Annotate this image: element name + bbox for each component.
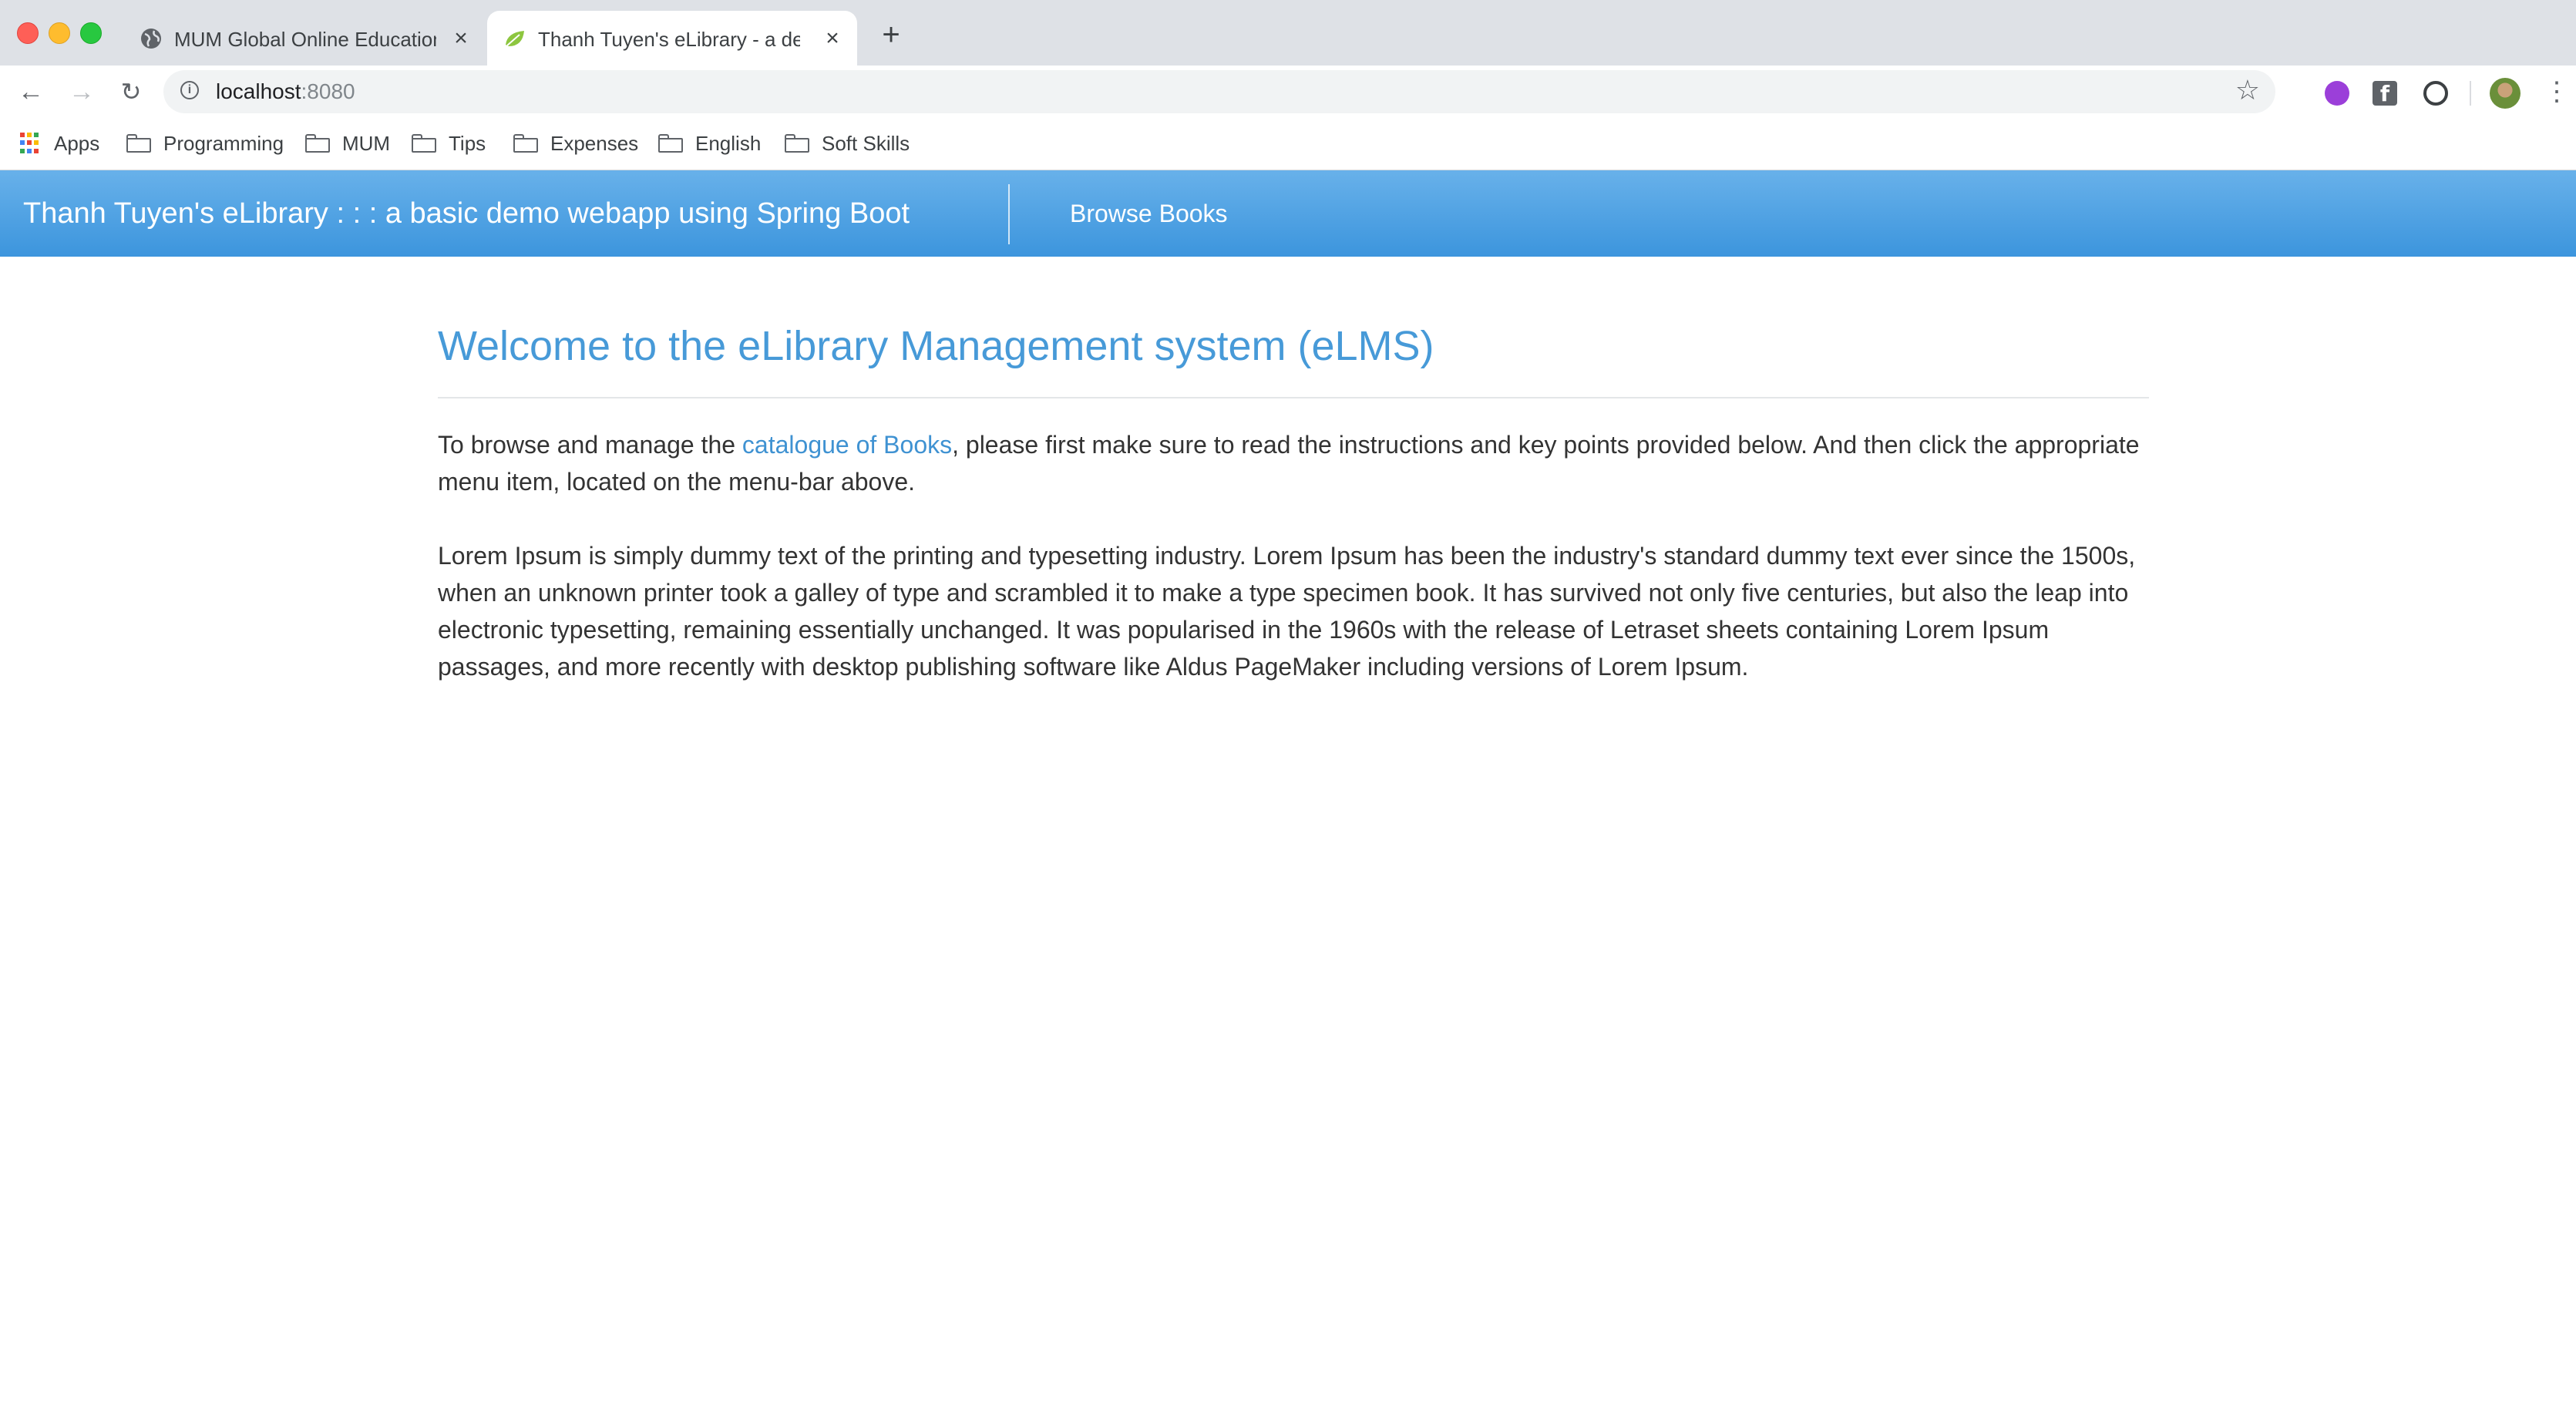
new-tab-button[interactable]: + [877, 19, 905, 50]
bookmark-label: Tips [449, 132, 486, 155]
close-tab-icon[interactable]: × [820, 26, 845, 51]
folder-icon [785, 134, 809, 153]
url-port: :8080 [301, 79, 355, 103]
tab-elibrary[interactable]: Thanh Tuyen's eLibrary - a demo × [487, 11, 857, 66]
bookmark-label: Soft Skills [822, 132, 910, 155]
back-arrow-icon[interactable]: ← [15, 76, 46, 107]
url-host: localhost [216, 79, 301, 103]
spring-leaf-icon [506, 31, 524, 46]
zoom-window-button[interactable] [80, 22, 102, 44]
bookmark-label: Expenses [550, 132, 639, 155]
folder-icon [305, 134, 330, 153]
close-window-button[interactable] [17, 22, 39, 44]
bookmark-star-icon[interactable]: ☆ [2235, 75, 2260, 106]
extension-purple-icon[interactable] [2325, 81, 2349, 106]
site-brand[interactable]: Thanh Tuyen's eLibrary : : : a basic dem… [23, 193, 910, 234]
reload-icon[interactable]: ↻ [116, 76, 146, 107]
bookmark-programming[interactable]: Programming [126, 130, 284, 156]
facebook-extension-icon[interactable]: f [2373, 81, 2397, 106]
bookmark-label: Apps [54, 132, 100, 155]
toolbar-divider [2470, 81, 2471, 106]
browser-menu-icon[interactable]: ⋮ [2544, 76, 2570, 107]
page-title: Welcome to the eLibrary Management syste… [438, 323, 1434, 369]
main-content: Welcome to the eLibrary Management syste… [438, 257, 2149, 685]
intro-paragraph: To browse and manage the catalogue of Bo… [438, 426, 2149, 500]
bookmark-soft-skills[interactable]: Soft Skills [785, 130, 910, 156]
tab-title: MUM Global Online Education [174, 28, 436, 51]
site-info-icon[interactable]: i [180, 81, 199, 99]
nav-browse-books-link[interactable]: Browse Books [1070, 197, 1228, 230]
bookmark-tips[interactable]: Tips [412, 130, 486, 156]
profile-avatar[interactable] [2490, 78, 2521, 109]
bookmark-english[interactable]: English [658, 130, 761, 156]
browser-toolbar: ← → ↻ i localhost:8080 ☆ f ⋮ [0, 66, 2576, 116]
heading-divider [438, 397, 2149, 398]
folder-icon [658, 134, 683, 153]
bookmark-apps[interactable]: Apps [20, 130, 99, 156]
site-navbar: Thanh Tuyen's eLibrary : : : a basic dem… [0, 170, 2576, 257]
bookmark-label: English [695, 132, 762, 155]
bookmark-expenses[interactable]: Expenses [513, 130, 638, 156]
tab-title: Thanh Tuyen's eLibrary - a demo [538, 28, 800, 51]
bookmark-label: MUM [342, 132, 391, 155]
url-text[interactable]: localhost:8080 [216, 78, 355, 106]
sync-extension-icon[interactable] [2423, 81, 2448, 106]
bookmark-mum[interactable]: MUM [305, 130, 390, 156]
folder-icon [126, 134, 151, 153]
browser-tab-strip: MUM Global Online Education × Thanh Tuye… [0, 0, 2576, 66]
navbar-divider [1008, 184, 1010, 244]
intro-text-before: To browse and manage the [438, 431, 742, 459]
tab-mum-global[interactable]: MUM Global Online Education × [123, 11, 486, 66]
globe-icon [141, 29, 161, 49]
folder-icon [513, 134, 538, 153]
catalogue-link[interactable]: catalogue of Books [742, 431, 952, 459]
apps-grid-icon [20, 133, 42, 154]
folder-icon [412, 134, 436, 153]
close-tab-icon[interactable]: × [449, 26, 473, 51]
forward-arrow-icon[interactable]: → [66, 76, 97, 107]
lorem-paragraph: Lorem Ipsum is simply dummy text of the … [438, 542, 2136, 681]
minimize-window-button[interactable] [49, 22, 70, 44]
bookmark-label: Programming [163, 132, 284, 155]
bookmarks-bar: Apps Programming MUM Tips Expenses Engli… [0, 116, 2576, 170]
address-bar[interactable]: i localhost:8080 ☆ [163, 70, 2275, 113]
